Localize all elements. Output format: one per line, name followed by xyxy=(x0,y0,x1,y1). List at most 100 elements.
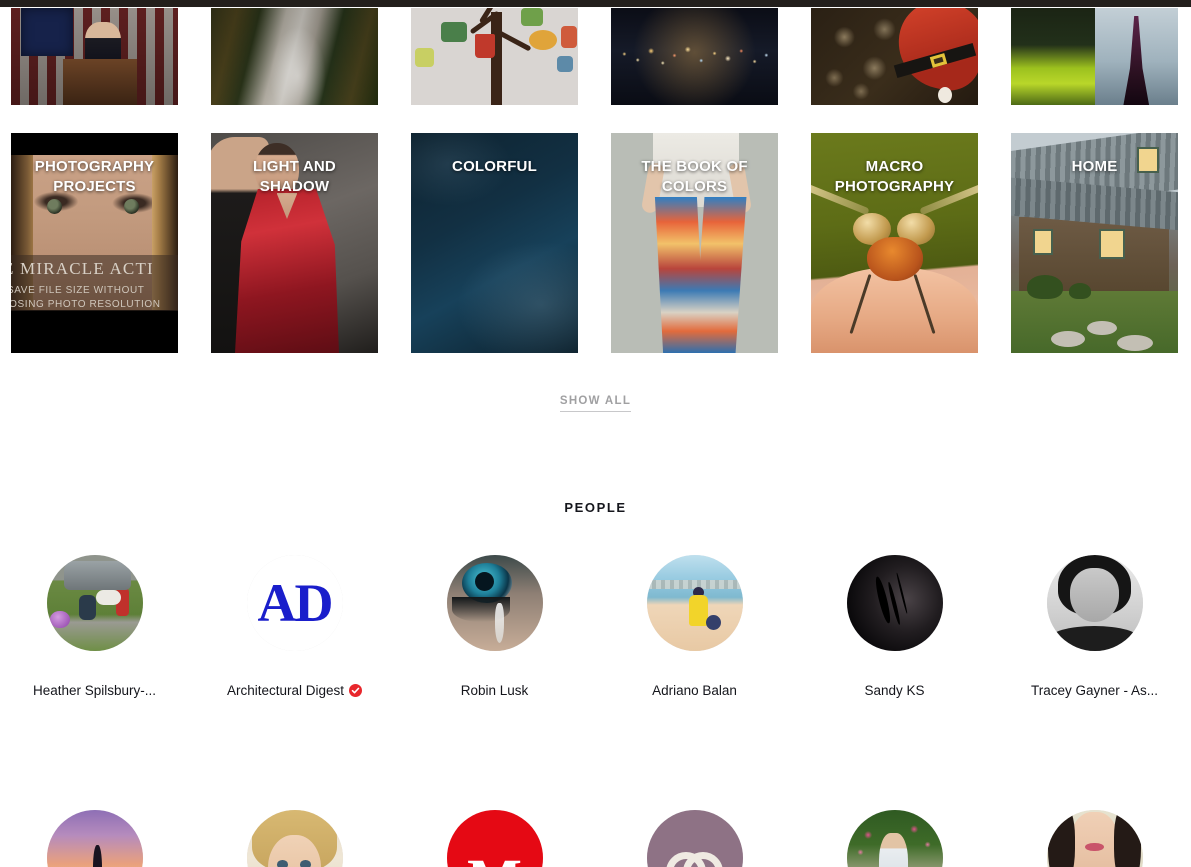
people-grid-row-1: Heather Spilsbury-... AD Architectural D… xyxy=(11,555,1178,705)
gallery-card-photography-projects[interactable]: E MIRACLE ACTI SAVE FILE SIZE WITHOUT LO… xyxy=(11,133,178,353)
m-monogram-text: M xyxy=(467,850,522,867)
avatar[interactable] xyxy=(646,810,743,867)
illustration-tree-image xyxy=(411,8,578,105)
leaf-half-image xyxy=(1011,8,1095,105)
gallery-card-colorful[interactable]: COLORFUL xyxy=(411,133,578,353)
gallery-card-title: THE BOOK OF COLORS xyxy=(641,158,748,195)
avatar[interactable]: M xyxy=(446,810,543,867)
show-all-container: SHOW ALL xyxy=(0,391,1191,412)
dog-yard-avatar-image xyxy=(46,555,143,651)
woman-portrait-avatar-image xyxy=(1046,555,1143,651)
speaker-figure-icon xyxy=(85,22,121,66)
avatar[interactable] xyxy=(846,810,943,867)
person-card[interactable] xyxy=(611,810,778,867)
backpack-shape xyxy=(706,614,722,630)
avatar[interactable] xyxy=(1046,555,1143,651)
mail-icon xyxy=(441,22,467,42)
avatar[interactable] xyxy=(46,810,143,867)
person-name-label: Tracey Gayner - As... xyxy=(1030,683,1159,698)
person-name-label: Adriano Balan xyxy=(652,683,737,698)
page-top-edge xyxy=(0,0,1191,7)
ad-monogram-text: AD xyxy=(257,573,334,633)
crying-eye-avatar-image xyxy=(446,555,543,651)
avatar[interactable] xyxy=(246,810,343,867)
person-name-row: Architectural Digest xyxy=(226,683,363,698)
toy-shape xyxy=(50,610,70,628)
stepping-stone-shape xyxy=(1117,335,1153,351)
beach-boy-avatar-image xyxy=(646,555,743,651)
santa-bokeh-image xyxy=(811,8,978,105)
santa-bokeh-thumbnail[interactable] xyxy=(811,8,978,105)
waterfall-image xyxy=(211,8,378,105)
waterfall-thumbnail[interactable] xyxy=(211,8,378,105)
person-card[interactable]: Tracey Gayner - As... xyxy=(1011,555,1178,705)
person-name-row: Adriano Balan xyxy=(652,683,737,698)
person-card[interactable]: Adriano Balan xyxy=(611,555,778,705)
person-name-label: Sandy KS xyxy=(864,683,925,698)
person-card[interactable] xyxy=(811,810,978,867)
flag-podium-thumbnail[interactable] xyxy=(11,8,178,105)
dark-abstract-avatar-image xyxy=(846,555,943,651)
left-iris-shape xyxy=(47,199,62,214)
person-name-row: Heather Spilsbury-... xyxy=(33,683,156,698)
person-name-row: Sandy KS xyxy=(864,683,924,698)
red-dress-shape xyxy=(235,189,339,353)
gallery-grid: E MIRACLE ACTI SAVE FILE SIZE WITHOUT LO… xyxy=(11,133,1178,353)
hair-right-shape xyxy=(1113,810,1141,867)
person-card[interactable] xyxy=(211,810,378,867)
bush-shape xyxy=(1069,283,1091,299)
city-night-thumbnail[interactable] xyxy=(611,8,778,105)
person-card[interactable] xyxy=(11,810,178,867)
right-legging-shape xyxy=(693,197,747,353)
person-name-row: Robin Lusk xyxy=(461,683,529,698)
gallery-card-macro-photography[interactable]: MACRO PHOTOGRAPHY xyxy=(811,133,978,353)
shoulders-shape xyxy=(1050,626,1139,651)
window-shape xyxy=(1099,229,1125,259)
stepping-stone-shape xyxy=(1087,321,1117,335)
bush-shape xyxy=(1027,275,1063,299)
shopping-bag-icon xyxy=(475,34,495,58)
overlay-subline-2: LOSING PHOTO RESOLUTION xyxy=(11,299,161,310)
garden-man-avatar-image xyxy=(846,810,943,867)
illustration-tree-thumbnail[interactable] xyxy=(411,8,578,105)
avatar[interactable] xyxy=(446,555,543,651)
overlay-subline-1: SAVE FILE SIZE WITHOUT xyxy=(11,285,145,296)
letter-m-avatar-image: M xyxy=(446,810,543,867)
person-card[interactable] xyxy=(1011,810,1178,867)
right-eye-shape xyxy=(300,859,311,867)
eye-icon xyxy=(529,30,557,50)
leaf-splash-thumbnail[interactable] xyxy=(1011,8,1178,105)
stepping-stone-shape xyxy=(1051,331,1085,347)
avatar[interactable] xyxy=(646,555,743,651)
person-card[interactable]: M xyxy=(411,810,578,867)
sunset-silhouette-avatar-image xyxy=(46,810,143,867)
gallery-card-the-book-of-colors[interactable]: THE BOOK OF COLORS xyxy=(611,133,778,353)
face-shape xyxy=(1069,811,1120,867)
leaf-splash-image xyxy=(1011,8,1178,105)
person-name-label: Architectural Digest xyxy=(226,683,345,698)
gallery-card-light-and-shadow[interactable]: LIGHT AND SHADOW xyxy=(211,133,378,353)
dark-hair-woman-avatar-image xyxy=(1046,810,1143,867)
gallery-card-title: COLORFUL xyxy=(452,158,537,175)
blonde-woman-avatar-image xyxy=(246,810,343,867)
person-card[interactable]: AD Architectural Digest xyxy=(211,555,378,705)
person-name-label: Heather Spilsbury-... xyxy=(32,683,157,698)
city-night-image xyxy=(611,8,778,105)
image-icon xyxy=(521,8,543,26)
right-iris-shape xyxy=(124,199,139,214)
man-figure-shape xyxy=(879,833,908,867)
architectural-digest-logo-avatar: AD xyxy=(246,555,343,651)
overlay-headline: E MIRACLE ACTI xyxy=(11,259,154,278)
gallery-card-home[interactable]: HOME xyxy=(1011,133,1178,353)
person-card[interactable]: Heather Spilsbury-... xyxy=(11,555,178,705)
gallery-card-title: PHOTOGRAPHY PROJECTS xyxy=(34,158,155,195)
avatar[interactable] xyxy=(46,555,143,651)
hair-left-shape xyxy=(1048,810,1076,867)
avatar[interactable]: AD xyxy=(246,555,343,651)
verified-badge-icon xyxy=(349,684,363,697)
person-card[interactable]: Robin Lusk xyxy=(411,555,578,705)
avatar[interactable] xyxy=(846,555,943,651)
avatar[interactable] xyxy=(1046,810,1143,867)
person-card[interactable]: Sandy KS xyxy=(811,555,978,705)
show-all-button[interactable]: SHOW ALL xyxy=(559,395,632,412)
